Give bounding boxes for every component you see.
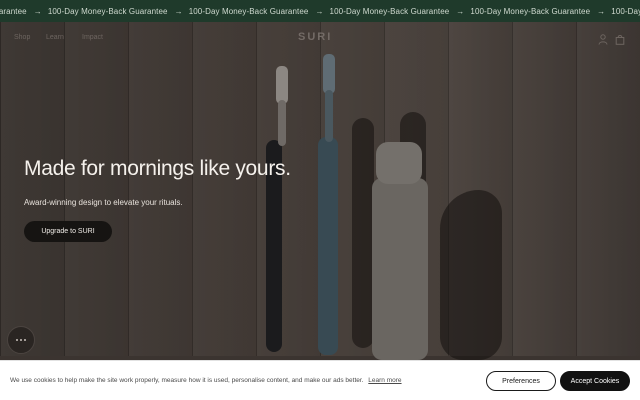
wall-plank: [576, 22, 640, 400]
cookie-banner: We use cookies to help make the site wor…: [0, 360, 640, 400]
announcement-text: 100-Day Money-Back Guarantee: [47, 6, 168, 16]
announcement-bar: Guarantee→100-Day Money-Back Guarantee→1…: [0, 0, 640, 22]
arrow-right-icon: →: [456, 6, 465, 16]
announcement-item: 100-Day Money-Back Guarantee →: [189, 7, 330, 16]
toothbrush-slate: [318, 137, 338, 355]
hero-subline: Award-winning design to elevate your rit…: [24, 198, 183, 207]
upgrade-cta-button[interactable]: Upgrade to SURI: [24, 221, 112, 242]
cart-icon[interactable]: [615, 34, 625, 45]
arrow-right-icon: →: [33, 6, 42, 16]
arrow-right-icon: →: [315, 6, 324, 16]
announcement-item: 100-Day Money-Back Guarantee →: [470, 7, 611, 16]
bottle-shadow: [440, 190, 502, 360]
toothbrush-head: [323, 54, 335, 94]
announcement-item: 100-Day Money-Back Guarantee →: [48, 7, 189, 16]
announcement-item: 100-Day Money-Back Guarantee→: [611, 7, 640, 16]
hero-headline: Made for mornings like yours.: [24, 157, 291, 180]
cookie-preferences-button[interactable]: Preferences: [486, 371, 556, 391]
announcement-track: Guarantee→100-Day Money-Back Guarantee→1…: [0, 0, 640, 22]
accept-cookies-button[interactable]: Accept Cookies: [560, 371, 630, 391]
arrow-right-icon: →: [174, 6, 183, 16]
wall-plank: [64, 22, 128, 400]
hero-section: [0, 22, 640, 400]
nav-link-shop[interactable]: Shop: [14, 34, 30, 41]
announcement-text: 100-Day Money-Back Guarantee: [470, 6, 591, 16]
nav-link-learn[interactable]: Learn: [46, 34, 64, 41]
nav-link-impact[interactable]: Impact: [82, 34, 103, 41]
announcement-text: 100-Day Money-Back Guarantee: [611, 6, 640, 16]
arrow-right-icon: →: [597, 6, 606, 16]
toothbrush-neck: [278, 100, 286, 146]
brush-shadow: [352, 118, 374, 348]
announcement-text: Guarantee: [0, 6, 27, 16]
wall-plank: [128, 22, 192, 400]
cookie-message: We use cookies to help make the site wor…: [10, 377, 364, 384]
cookie-text: We use cookies to help make the site wor…: [10, 377, 402, 384]
announcement-item: 100-Day Money-Back Guarantee →: [330, 7, 471, 16]
announcement-text: 100-Day Money-Back Guarantee: [188, 6, 309, 16]
toothbrush-head: [276, 66, 288, 104]
chat-bubble-icon: [16, 339, 26, 341]
chat-launcher-button[interactable]: [7, 326, 35, 354]
wall-plank: [192, 22, 256, 400]
learn-more-link[interactable]: Learn more: [368, 377, 401, 384]
wall-plank: [512, 22, 576, 400]
announcement-text: 100-Day Money-Back Guarantee: [329, 6, 450, 16]
account-icon[interactable]: [598, 34, 608, 45]
brand-logo[interactable]: SURI: [298, 31, 332, 43]
travel-case: [372, 178, 428, 360]
toothbrush-neck: [325, 90, 333, 142]
announcement-item: Guarantee →: [0, 7, 48, 16]
travel-case-cap: [376, 142, 422, 184]
